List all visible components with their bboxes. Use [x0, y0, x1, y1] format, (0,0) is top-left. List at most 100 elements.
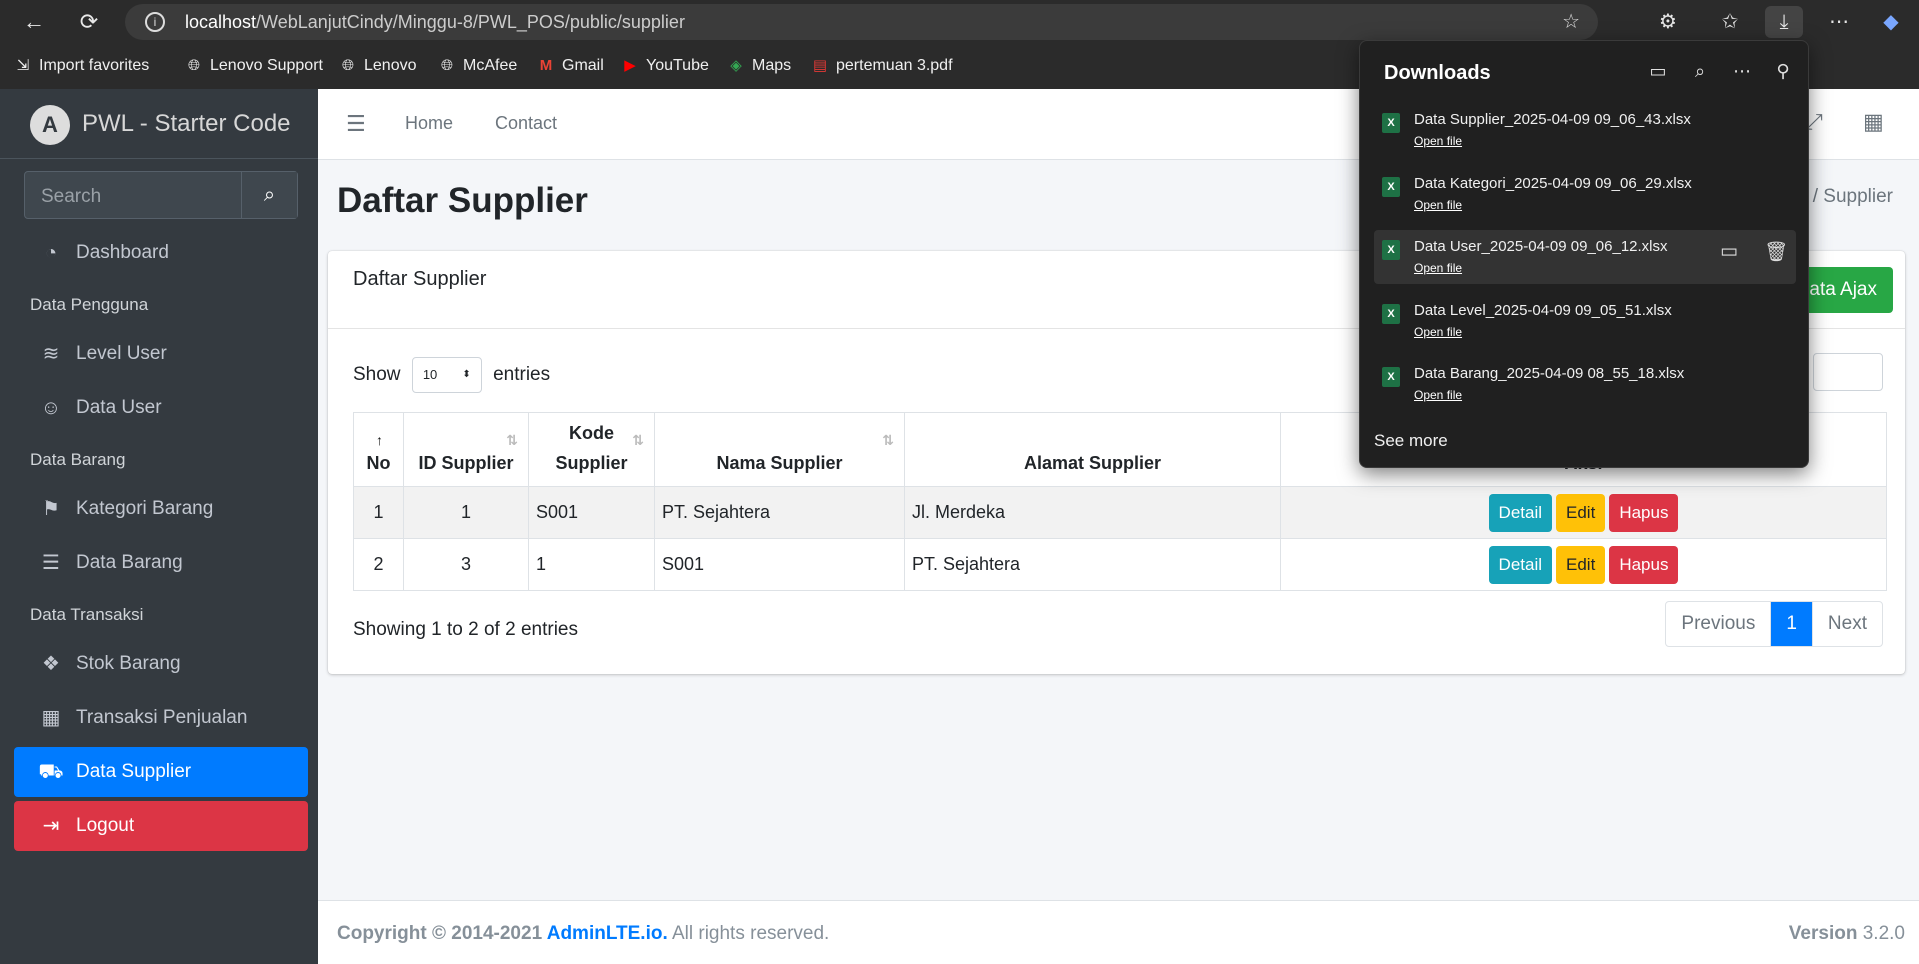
sidebar-item-label: Logout — [76, 815, 135, 836]
download-item[interactable]: X Data Supplier_2025-04-09 09_06_43.xlsx… — [1374, 103, 1796, 157]
truck-icon: ⛟ — [38, 761, 64, 783]
excel-file-icon: X — [1382, 113, 1400, 133]
menu-toggle-icon[interactable]: ☰ — [346, 111, 366, 137]
url-host: localhost — [185, 12, 257, 32]
back-icon[interactable]: ← — [18, 6, 50, 38]
fav-mcafee[interactable]: 🌐︎ McAfee — [438, 50, 517, 82]
col-no[interactable]: ↑ No — [353, 412, 404, 487]
table-search-input[interactable] — [1813, 353, 1883, 391]
sidebar-item-data-barang[interactable]: ☰ Data Barang — [14, 538, 308, 588]
pager-page-1[interactable]: 1 — [1771, 602, 1813, 646]
fav-label: Lenovo — [364, 57, 417, 74]
cell-alamat: PT. Sejahtera — [904, 538, 1281, 591]
sidebar-item-kategori-barang[interactable]: ⚑ Kategori Barang — [14, 484, 308, 534]
delete-button[interactable]: Hapus — [1609, 545, 1679, 584]
address-bar[interactable]: i localhost/WebLanjutCindy/Minggu-8/PWL_… — [125, 4, 1598, 40]
sidebar-item-dashboard[interactable]: ◔ Dashboard — [14, 228, 308, 278]
refresh-icon[interactable]: ⟳ — [73, 6, 105, 38]
download-filename: Data Level_2025-04-09 09_05_51.xlsx — [1414, 302, 1672, 319]
main-footer: Copyright © 2014-2021 AdminLTE.io. All r… — [318, 900, 1919, 964]
fav-gmail[interactable]: M Gmail — [537, 50, 604, 82]
open-file-link[interactable]: Open file — [1414, 261, 1462, 275]
fav-import[interactable]: ⇲ Import favorites — [14, 50, 150, 82]
youtube-icon: ▶ — [624, 57, 636, 74]
open-file-link[interactable]: Open file — [1414, 198, 1462, 212]
download-filename: Data Barang_2025-04-09 08_55_18.xlsx — [1414, 365, 1685, 382]
sidebar-item-transaksi-penjualan[interactable]: ▦ Transaksi Penjualan — [14, 693, 308, 743]
see-more-link[interactable]: See more — [1374, 431, 1448, 451]
sidebar-item-label: Data Barang — [76, 552, 183, 573]
open-file-link[interactable]: Open file — [1414, 388, 1462, 402]
detail-button[interactable]: Detail — [1488, 493, 1553, 532]
download-item[interactable]: X Data Barang_2025-04-09 08_55_18.xlsx O… — [1374, 357, 1796, 411]
pager-next[interactable]: Next — [1813, 602, 1882, 646]
pin-icon[interactable]: ⚲ — [1768, 61, 1798, 82]
control-sidebar-icon[interactable]: ▦ — [1863, 109, 1884, 135]
nav-home-link[interactable]: Home — [405, 113, 453, 134]
more-icon[interactable]: ⋯ — [1820, 6, 1858, 38]
pager-previous[interactable]: Previous — [1666, 602, 1772, 646]
globe-icon: 🌐︎ — [187, 57, 200, 74]
edit-button[interactable]: Edit — [1556, 493, 1606, 532]
site-info-icon[interactable]: i — [145, 12, 165, 32]
page-title: Daftar Supplier — [337, 181, 588, 220]
extensions-icon[interactable]: ⚙ — [1649, 6, 1687, 38]
tachometer-icon: ◔ — [44, 242, 58, 264]
col-nama-supplier[interactable]: ⇅ Nama Supplier — [654, 412, 905, 487]
more-options-icon[interactable]: ⋯ — [1727, 61, 1757, 82]
downloads-panel: Downloads ▭ ⌕ ⋯ ⚲ X Data Supplier_2025-0… — [1359, 40, 1809, 468]
search-input[interactable]: Search — [41, 186, 101, 208]
sidebar-item-level-user[interactable]: ≋ Level User — [14, 329, 308, 379]
sidebar-item-stok-barang[interactable]: ❖ Stok Barang — [14, 639, 308, 689]
download-item[interactable]: X Data User_2025-04-09 09_06_12.xlsx Ope… — [1374, 230, 1796, 284]
sidebar-item-label: Kategori Barang — [76, 498, 214, 519]
download-item[interactable]: X Data Kategori_2025-04-09 09_06_29.xlsx… — [1374, 167, 1796, 221]
col-kode-supplier[interactable]: ⇅ Kode Supplier — [528, 412, 655, 487]
sidebar-item-logout[interactable]: ⇥ Logout — [14, 801, 308, 851]
col-label: Kode — [569, 423, 614, 443]
downloads-icon[interactable]: ⤓ — [1765, 6, 1803, 38]
fav-pdf[interactable]: ▤ pertemuan 3.pdf — [811, 50, 953, 82]
sidebar-search[interactable]: Search ⌕ — [24, 171, 298, 219]
breadcrumb-separator: / — [1812, 186, 1824, 207]
open-file-link[interactable]: Open file — [1414, 325, 1462, 339]
edit-button[interactable]: Edit — [1556, 545, 1606, 584]
col-label: Alamat Supplier — [1023, 453, 1162, 473]
sidebar-item-data-user[interactable]: ☺ Data User — [14, 383, 308, 433]
adminlte-link[interactable]: AdminLTE.io. — [547, 923, 668, 944]
download-filename: Data Kategori_2025-04-09 09_06_29.xlsx — [1414, 175, 1692, 192]
sort-icon: ⇅ — [632, 432, 644, 448]
col-alamat-supplier[interactable]: Alamat Supplier — [904, 412, 1281, 487]
cell-no: 1 — [353, 486, 404, 539]
page-length-select[interactable]: 10 ⬍ — [411, 357, 482, 393]
sidebar-item-data-supplier[interactable]: ⛟ Data Supplier — [14, 747, 308, 797]
col-id-supplier[interactable]: ⇅ ID Supplier — [403, 412, 529, 487]
download-item[interactable]: X Data Level_2025-04-09 09_05_51.xlsx Op… — [1374, 294, 1796, 348]
show-in-folder-icon[interactable]: ▭ — [1720, 240, 1738, 263]
sort-icon: ⇅ — [882, 432, 894, 448]
search-icon[interactable]: ⌕ — [241, 172, 297, 218]
sort-icon: ⇅ — [506, 432, 518, 448]
brand-link[interactable]: A PWL - Starter Code — [0, 89, 318, 159]
breadcrumb: / Supplier — [1813, 186, 1893, 208]
star-icon[interactable]: ☆ — [1562, 4, 1580, 40]
delete-button[interactable]: Hapus — [1609, 493, 1679, 532]
favorites-icon[interactable]: ✩ — [1711, 6, 1749, 38]
open-folder-icon[interactable]: ▭ — [1643, 61, 1673, 82]
sidebar-item-label: Transaksi Penjualan — [76, 707, 248, 728]
fav-youtube[interactable]: ▶ YouTube — [621, 50, 709, 82]
col-label: Supplier — [555, 453, 628, 473]
fav-maps[interactable]: ◈ Maps — [727, 50, 791, 82]
open-file-link[interactable]: Open file — [1414, 134, 1462, 148]
table-row: 1 1 S001 PT. Sejahtera Jl. Merdeka Detai… — [353, 486, 1887, 539]
detail-button[interactable]: Detail — [1488, 545, 1553, 584]
nav-contact-link[interactable]: Contact — [495, 113, 557, 134]
length-control: Show 10 ⬍ entries — [353, 357, 550, 393]
copilot-icon[interactable]: ◆ — [1872, 6, 1910, 38]
fav-lenovo[interactable]: 🌐︎ Lenovo — [339, 50, 417, 82]
search-icon[interactable]: ⌕ — [1685, 61, 1715, 82]
delete-icon[interactable]: 🗑︎ — [1764, 240, 1788, 264]
fav-lenovo-support[interactable]: 🌐︎ Lenovo Support — [185, 50, 323, 82]
breadcrumb-current: Supplier — [1823, 186, 1893, 207]
col-label: No — [366, 453, 391, 473]
